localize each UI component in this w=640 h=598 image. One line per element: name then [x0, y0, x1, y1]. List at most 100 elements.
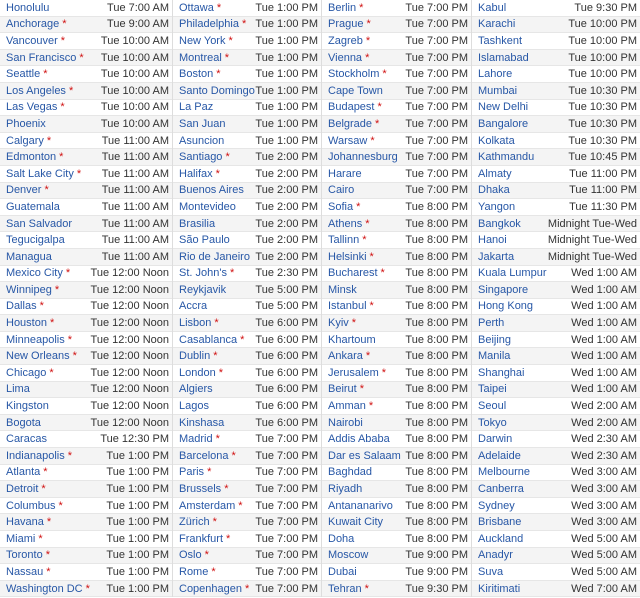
city-link[interactable]: Calgary: [6, 135, 44, 147]
city-link[interactable]: Philadelphia: [179, 18, 239, 30]
city-link[interactable]: Montevideo: [179, 201, 236, 213]
city-link[interactable]: Buenos Aires: [179, 184, 244, 196]
city-link[interactable]: Boston: [179, 68, 213, 80]
city-link[interactable]: Kabul: [478, 2, 506, 14]
city-link[interactable]: Houston: [6, 317, 47, 329]
city-link[interactable]: Bucharest: [328, 267, 378, 279]
city-link[interactable]: Jerusalem: [328, 367, 379, 379]
city-link[interactable]: Berlin: [328, 2, 356, 14]
city-link[interactable]: Zagreb: [328, 35, 363, 47]
city-link[interactable]: London: [179, 367, 216, 379]
city-link[interactable]: São Paulo: [179, 234, 230, 246]
city-link[interactable]: St. John's: [179, 267, 227, 279]
city-link[interactable]: San Juan: [179, 118, 225, 130]
city-link[interactable]: Johannesburg: [328, 151, 398, 163]
city-link[interactable]: Auckland: [478, 533, 523, 545]
city-link[interactable]: Casablanca: [179, 334, 237, 346]
city-link[interactable]: Dar es Salaam: [328, 450, 401, 462]
city-link[interactable]: Guatemala: [6, 201, 60, 213]
city-link[interactable]: Suva: [478, 566, 503, 578]
city-link[interactable]: Atlanta: [6, 466, 40, 478]
city-link[interactable]: Manila: [478, 350, 510, 362]
city-link[interactable]: Prague: [328, 18, 363, 30]
city-link[interactable]: Singapore: [478, 284, 528, 296]
city-link[interactable]: Rio de Janeiro: [179, 251, 250, 263]
city-link[interactable]: New York: [179, 35, 225, 47]
city-link[interactable]: Denver: [6, 184, 41, 196]
city-link[interactable]: Ankara: [328, 350, 363, 362]
city-link[interactable]: Shanghai: [478, 367, 525, 379]
city-link[interactable]: Barcelona: [179, 450, 229, 462]
city-link[interactable]: Caracas: [6, 433, 47, 445]
city-link[interactable]: Las Vegas: [6, 101, 57, 113]
city-link[interactable]: Accra: [179, 300, 207, 312]
city-link[interactable]: Dallas: [6, 300, 37, 312]
city-link[interactable]: Kuala Lumpur: [478, 267, 547, 279]
city-link[interactable]: Toronto: [6, 549, 43, 561]
city-link[interactable]: Winnipeg: [6, 284, 52, 296]
city-link[interactable]: Bangkok: [478, 218, 521, 230]
city-link[interactable]: Paris: [179, 466, 204, 478]
city-link[interactable]: Vienna: [328, 52, 362, 64]
city-link[interactable]: New Delhi: [478, 101, 528, 113]
city-link[interactable]: Taipei: [478, 383, 507, 395]
city-link[interactable]: Brisbane: [478, 516, 521, 528]
city-link[interactable]: Cairo: [328, 184, 354, 196]
city-link[interactable]: Darwin: [478, 433, 512, 445]
city-link[interactable]: Santiago: [179, 151, 222, 163]
city-link[interactable]: Frankfurt: [179, 533, 223, 545]
city-link[interactable]: Melbourne: [478, 466, 530, 478]
city-link[interactable]: Oslo: [179, 549, 202, 561]
city-link[interactable]: Mexico City: [6, 267, 63, 279]
city-link[interactable]: Columbus: [6, 500, 56, 512]
city-link[interactable]: Halifax: [179, 168, 213, 180]
city-link[interactable]: Tokyo: [478, 417, 507, 429]
city-link[interactable]: Addis Ababa: [328, 433, 390, 445]
city-link[interactable]: Anchorage: [6, 18, 59, 30]
city-link[interactable]: Dublin: [179, 350, 210, 362]
city-link[interactable]: Madrid: [179, 433, 213, 445]
city-link[interactable]: Athens: [328, 218, 362, 230]
city-link[interactable]: Hong Kong: [478, 300, 533, 312]
city-link[interactable]: Kyiv: [328, 317, 349, 329]
city-link[interactable]: Seoul: [478, 400, 506, 412]
city-link[interactable]: Anadyr: [478, 549, 513, 561]
city-link[interactable]: Tegucigalpa: [6, 234, 65, 246]
city-link[interactable]: Tehran: [328, 583, 362, 595]
city-link[interactable]: Tashkent: [478, 35, 522, 47]
city-link[interactable]: Yangon: [478, 201, 515, 213]
city-link[interactable]: Helsinki: [328, 251, 367, 263]
city-link[interactable]: Istanbul: [328, 300, 367, 312]
city-link[interactable]: Asuncion: [179, 135, 224, 147]
city-link[interactable]: Warsaw: [328, 135, 367, 147]
city-link[interactable]: Riyadh: [328, 483, 362, 495]
city-link[interactable]: Harare: [328, 168, 362, 180]
city-link[interactable]: Stockholm: [328, 68, 379, 80]
city-link[interactable]: Minsk: [328, 284, 357, 296]
city-link[interactable]: Phoenix: [6, 118, 46, 130]
city-link[interactable]: Miami: [6, 533, 35, 545]
city-link[interactable]: Kinshasa: [179, 417, 224, 429]
city-link[interactable]: Jakarta: [478, 251, 514, 263]
city-link[interactable]: Almaty: [478, 168, 512, 180]
city-link[interactable]: Ottawa: [179, 2, 214, 14]
city-link[interactable]: Bogota: [6, 417, 41, 429]
city-link[interactable]: Beijing: [478, 334, 511, 346]
city-link[interactable]: Indianapolis: [6, 450, 65, 462]
city-link[interactable]: Belgrade: [328, 118, 372, 130]
city-link[interactable]: Zürich: [179, 516, 210, 528]
city-link[interactable]: Rome: [179, 566, 208, 578]
city-link[interactable]: Nassau: [6, 566, 43, 578]
city-link[interactable]: Minneapolis: [6, 334, 65, 346]
city-link[interactable]: Islamabad: [478, 52, 529, 64]
city-link[interactable]: Karachi: [478, 18, 515, 30]
city-link[interactable]: Detroit: [6, 483, 38, 495]
city-link[interactable]: Tallinn: [328, 234, 359, 246]
city-link[interactable]: Nairobi: [328, 417, 363, 429]
city-link[interactable]: San Salvador: [6, 218, 72, 230]
city-link[interactable]: Los Angeles: [6, 85, 66, 97]
city-link[interactable]: Montreal: [179, 52, 222, 64]
city-link[interactable]: Lima: [6, 383, 30, 395]
city-link[interactable]: Adelaide: [478, 450, 521, 462]
city-link[interactable]: Algiers: [179, 383, 213, 395]
